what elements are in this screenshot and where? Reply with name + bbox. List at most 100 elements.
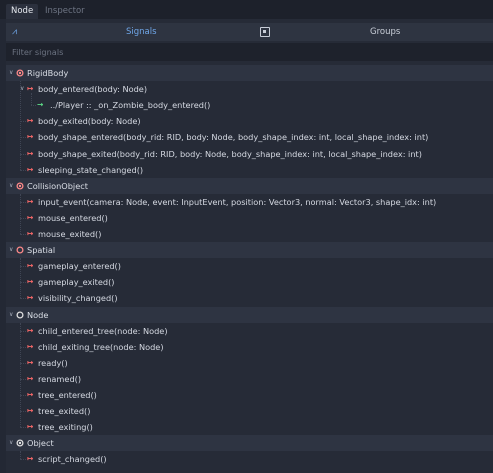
groups-mode-button[interactable]: Groups bbox=[370, 23, 400, 41]
signal-label: child_exiting_tree(node: Node) bbox=[38, 341, 164, 352]
signal-label: script_changed() bbox=[38, 454, 107, 465]
collisionobject-icon bbox=[16, 182, 24, 190]
node-icon bbox=[16, 310, 24, 319]
signal-icon: ↦ bbox=[27, 132, 34, 142]
tree-guide bbox=[20, 258, 21, 299]
signal-label: mouse_exited() bbox=[38, 229, 102, 239]
class-label: CollisionObject bbox=[27, 180, 88, 191]
tab-inspector[interactable]: Inspector bbox=[40, 4, 90, 19]
signal-row[interactable]: ↦ child_entered_tree(node: Node) bbox=[6, 323, 493, 339]
signal-row[interactable]: ↦ child_exiting_tree(node: Node) bbox=[6, 339, 493, 355]
signal-label: visibility_changed() bbox=[38, 293, 118, 304]
signal-icon: ↦ bbox=[27, 454, 34, 464]
signal-row[interactable]: ↦ body_shape_entered(body_rid: RID, body:… bbox=[6, 129, 493, 145]
signal-row[interactable]: ↦ visibility_changed() bbox=[6, 290, 493, 306]
signal-icon: ↦ bbox=[27, 277, 34, 287]
signal-label: gameplay_exited() bbox=[38, 277, 115, 288]
spatial-icon bbox=[16, 246, 24, 254]
signal-icon: ↦ bbox=[27, 196, 34, 206]
signal-row[interactable]: ↦ tree_exiting() bbox=[6, 419, 493, 435]
signal-row[interactable]: ↦ ready() bbox=[6, 355, 493, 371]
signal-label: input_event(camera: Node, event: InputEv… bbox=[38, 196, 437, 207]
connection-row[interactable]: → ../Player :: _on_Zombie_body_entered() bbox=[6, 97, 493, 113]
signal-row[interactable]: ↦ body_exited(body: Node) bbox=[6, 113, 493, 129]
class-label: Node bbox=[27, 309, 49, 320]
rigidbody-icon bbox=[16, 69, 24, 77]
tree-guide bbox=[31, 93, 32, 106]
signal-label: sleeping_state_changed() bbox=[38, 164, 144, 175]
signal-row[interactable]: ↦ gameplay_entered() bbox=[6, 258, 493, 274]
signal-label: tree_exited() bbox=[38, 406, 91, 417]
class-row-rigidbody[interactable]: ∨ RigidBody bbox=[6, 65, 493, 81]
dock-tab-bar: Node Inspector bbox=[0, 0, 493, 19]
signals-mode-button[interactable]: Signals bbox=[126, 23, 157, 41]
signal-icon: ↦ bbox=[27, 261, 34, 271]
mode-bar: ⩘ Signals Groups bbox=[6, 23, 493, 41]
class-row-node[interactable]: ∨ Node bbox=[6, 306, 493, 323]
class-row-spatial[interactable]: ∨ Spatial bbox=[6, 242, 493, 259]
signal-row[interactable]: ↦ script_changed() bbox=[6, 451, 493, 467]
signal-label: mouse_entered() bbox=[38, 212, 108, 223]
filter-signals-input[interactable] bbox=[6, 43, 493, 61]
signal-icon: ↦ bbox=[27, 341, 34, 351]
signal-label: body_shape_entered(body_rid: RID, body: … bbox=[38, 132, 429, 143]
signal-row[interactable]: ↦ renamed() bbox=[6, 371, 493, 387]
tree-guide bbox=[20, 169, 26, 171]
chevron-down-icon[interactable]: ∨ bbox=[9, 242, 13, 258]
signal-icon: ↦ bbox=[27, 373, 34, 383]
signal-label: tree_entered() bbox=[38, 390, 97, 400]
signal-icon: ↦ bbox=[27, 325, 34, 335]
signal-icon: ↦ bbox=[27, 357, 34, 367]
connected-slot-icon: → bbox=[37, 100, 44, 110]
tree-guide bbox=[20, 459, 26, 461]
signal-label: renamed() bbox=[38, 373, 82, 384]
signal-icon: ↦ bbox=[27, 212, 34, 222]
signal-icon: ↦ bbox=[27, 406, 34, 416]
class-row-object[interactable]: ∨ Object bbox=[6, 435, 493, 452]
signal-icon: ↦ bbox=[27, 164, 34, 174]
signal-row[interactable]: ↦ tree_exited() bbox=[6, 403, 493, 419]
signal-label: ready() bbox=[38, 357, 68, 368]
chevron-down-icon[interactable]: ∨ bbox=[9, 307, 13, 323]
signal-row[interactable]: ↦ mouse_entered() bbox=[6, 210, 493, 226]
signal-icon: ↦ bbox=[27, 116, 34, 126]
class-label: RigidBody bbox=[27, 68, 69, 78]
class-row-collisionobject[interactable]: ∨ CollisionObject bbox=[6, 177, 493, 194]
tree-guide bbox=[20, 81, 21, 170]
signal-label: tree_exiting() bbox=[38, 422, 93, 433]
signal-label: gameplay_entered() bbox=[38, 261, 121, 272]
signal-row[interactable]: ↦ gameplay_exited() bbox=[6, 274, 493, 290]
tree-guide bbox=[20, 427, 26, 429]
signals-icon[interactable]: ⩘ bbox=[12, 23, 17, 41]
node-dock-panel: ⩘ Signals Groups ∨RigidBody∨↦body_entere… bbox=[6, 19, 493, 473]
signal-icon: ↦ bbox=[27, 390, 34, 399]
tree-guide bbox=[31, 105, 36, 107]
tree-guide bbox=[20, 322, 21, 428]
signal-row[interactable]: ↦ tree_entered() bbox=[6, 387, 493, 403]
signal-icon: ↦ bbox=[27, 229, 34, 238]
chevron-down-icon[interactable]: ∨ bbox=[9, 435, 13, 451]
signal-tree: ∨ RigidBody ∨ ↦ body_entered(body: Node) → ../… bbox=[6, 65, 493, 473]
tree-guide bbox=[20, 193, 21, 234]
signal-row[interactable]: ∨ ↦ body_entered(body: Node) bbox=[6, 81, 493, 97]
connection-label: ../Player :: _on_Zombie_body_entered() bbox=[50, 100, 211, 111]
signal-row[interactable]: ↦ input_event(camera: Node, event: InputE… bbox=[6, 194, 493, 210]
signal-row[interactable]: ↦ sleeping_state_changed() bbox=[6, 162, 493, 178]
groups-icon[interactable] bbox=[260, 27, 270, 37]
signal-icon: ↦ bbox=[27, 293, 34, 303]
tree-guide bbox=[20, 234, 26, 235]
signal-label: child_entered_tree(node: Node) bbox=[38, 325, 168, 336]
signal-row[interactable]: ↦ body_shape_exited(body_rid: RID, body: … bbox=[6, 146, 493, 162]
chevron-down-icon[interactable]: ∨ bbox=[9, 178, 13, 194]
class-label: Spatial bbox=[27, 245, 56, 256]
signal-label: body_shape_exited(body_rid: RID, body: N… bbox=[38, 148, 422, 159]
tree-guide bbox=[20, 298, 26, 300]
tree-guide bbox=[20, 451, 21, 460]
chevron-down-icon[interactable]: ∨ bbox=[9, 65, 13, 81]
signal-label: body_exited(body: Node) bbox=[38, 116, 141, 127]
tab-node[interactable]: Node bbox=[6, 4, 39, 19]
signal-icon: ↦ bbox=[27, 148, 34, 158]
signal-row[interactable]: ↦ mouse_exited() bbox=[6, 226, 493, 242]
signal-label: body_entered(body: Node) bbox=[38, 84, 148, 95]
object-icon bbox=[16, 439, 24, 447]
